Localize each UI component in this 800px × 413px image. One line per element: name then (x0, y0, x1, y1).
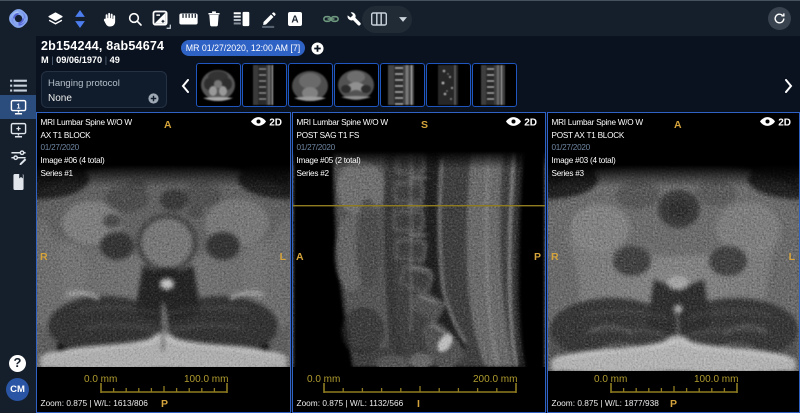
svg-text:1: 1 (16, 102, 20, 110)
svg-text:A: A (291, 15, 298, 26)
